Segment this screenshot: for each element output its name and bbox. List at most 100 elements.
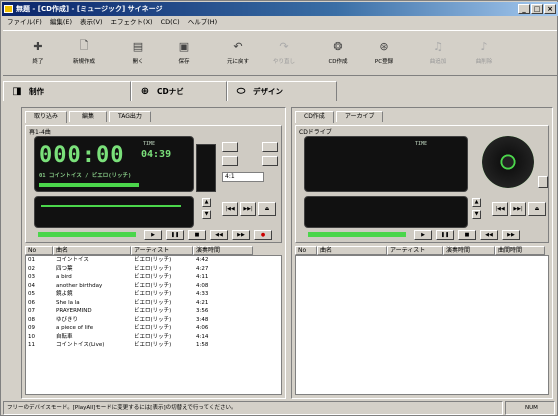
- toolbar-button-delete-track[interactable]: ♪ 曲削除: [461, 31, 507, 73]
- close-button[interactable]: ×: [544, 4, 556, 14]
- toolbar-button-exit[interactable]: ✚ 終了: [15, 31, 61, 73]
- column-header[interactable]: 演奏時間: [443, 246, 495, 255]
- column-header[interactable]: 演奏時間: [193, 246, 253, 255]
- table-cell: 3:56: [196, 308, 209, 314]
- table-cell: 4:42: [196, 257, 209, 263]
- table-cell: 自転車: [56, 333, 73, 340]
- tab-left-0[interactable]: 取り込み: [25, 111, 68, 123]
- prev-track-button[interactable]: |◀◀: [492, 202, 508, 216]
- stop-button[interactable]: ■: [458, 230, 476, 240]
- next-track-button[interactable]: ▶▶|: [240, 202, 256, 216]
- create-icon: ◨: [12, 86, 22, 97]
- menu-item-0[interactable]: ファイル(F): [7, 17, 42, 28]
- next-track-button[interactable]: ▶▶|: [510, 202, 526, 216]
- toolbar-button-cd-burn[interactable]: ❂ CD作成: [315, 31, 361, 73]
- ch-button[interactable]: [222, 156, 238, 166]
- table-cell: コイントイス(Live): [56, 342, 105, 348]
- tab-left-1[interactable]: 編集: [69, 111, 108, 122]
- column-header[interactable]: 曲名: [53, 246, 131, 255]
- rewind-button[interactable]: ◀◀: [480, 230, 498, 240]
- table-row[interactable]: 10 自転車 ビエロ(リッチ) 4:14: [26, 333, 281, 342]
- save-icon: ▣: [178, 39, 190, 53]
- table-cell: 鏡よ鏡: [56, 291, 73, 297]
- menu-item-1[interactable]: 編集(E): [50, 17, 72, 28]
- table-row[interactable]: 11 コイントイス(Live) ビエロ(リッチ) 1:58: [26, 341, 281, 350]
- disc-eject-button[interactable]: [538, 176, 548, 188]
- table-row[interactable]: 03 a bird ビエロ(リッチ) 4:11: [26, 273, 281, 282]
- rec-button[interactable]: [222, 142, 238, 152]
- down-button[interactable]: ▼: [472, 210, 481, 219]
- toolbar-button-save[interactable]: ▣ 保存: [161, 31, 207, 73]
- table-cell: 四つ葉: [56, 265, 73, 272]
- column-header[interactable]: アーティスト: [387, 246, 443, 255]
- toolbar-button-new-file[interactable]: 🗋 新規作成: [61, 31, 107, 73]
- table-row[interactable]: 01 コイントイス ビエロ(リッチ) 4:42: [26, 256, 281, 265]
- column-header[interactable]: アーティスト: [131, 246, 193, 255]
- up-button[interactable]: ▲: [202, 198, 211, 207]
- column-header[interactable]: No: [25, 246, 53, 255]
- eject-button[interactable]: ⏏: [258, 202, 276, 216]
- status-bar: フリーのデバイスモード。[PlayAll]モードに変更するには[表示]の切替えで…: [3, 401, 557, 415]
- column-header[interactable]: 曲名: [317, 246, 387, 255]
- rewind-button[interactable]: ◀◀: [210, 230, 228, 240]
- cd-track-list[interactable]: [295, 255, 549, 395]
- speed-select[interactable]: 4:1: [222, 172, 264, 182]
- table-row[interactable]: 07 PRAYERMIND ビエロ(リッチ) 3:56: [26, 307, 281, 316]
- up-button[interactable]: ▲: [472, 198, 481, 207]
- table-row[interactable]: 02 四つ葉 ビエロ(リッチ) 4:27: [26, 265, 281, 274]
- mode-tab-0[interactable]: ◨ 制作: [3, 81, 131, 101]
- toolbar-button-register[interactable]: ⊛ PC登録: [361, 31, 407, 73]
- volume-knob[interactable]: [196, 144, 216, 192]
- pause-button[interactable]: ❚❚: [436, 230, 454, 240]
- column-header[interactable]: 曲間時間: [495, 246, 545, 255]
- maximize-button[interactable]: □: [531, 4, 543, 14]
- record-button[interactable]: ●: [254, 230, 272, 240]
- table-cell: 3:48: [196, 316, 209, 323]
- forward-button[interactable]: ▶▶: [502, 230, 520, 240]
- add-track-icon: ♫: [433, 39, 443, 53]
- down-button[interactable]: ▼: [202, 210, 211, 219]
- table-cell: ビエロ(リッチ): [134, 257, 172, 263]
- play-button[interactable]: ▶: [414, 230, 432, 240]
- prev-track-button[interactable]: |◀◀: [222, 202, 238, 216]
- cd-create-panel: CD作成 アーカイブ CDドライブ TIME ▲ ▼ |◀◀ ▶▶| ⏏ ▶ ❚❚…: [291, 107, 553, 399]
- menu-item-4[interactable]: CD(C): [161, 17, 180, 28]
- mode-tab-label: CDナビ: [157, 87, 184, 96]
- tab-right-0[interactable]: CD作成: [295, 111, 334, 123]
- stop-button[interactable]: ■: [188, 230, 206, 240]
- column-header[interactable]: No: [295, 246, 317, 255]
- position-line: [41, 205, 181, 207]
- toolbar-button-open[interactable]: ▤ 開く: [115, 31, 161, 73]
- design-icon: ⬭: [236, 86, 246, 97]
- pause-button[interactable]: ❚❚: [166, 230, 184, 240]
- toolbar-label: やり直し: [272, 59, 295, 65]
- table-row[interactable]: 06 She la la ビエロ(リッチ) 4:21: [26, 299, 281, 308]
- table-cell: She la la: [56, 299, 80, 306]
- menu-item-2[interactable]: 表示(V): [80, 17, 103, 28]
- table-cell: ビエロ(リッチ): [134, 274, 172, 280]
- toolbar-button-undo[interactable]: ↶ 元に戻す: [215, 31, 261, 73]
- toolbar-button-redo[interactable]: ↷ やり直し: [261, 31, 307, 73]
- cd-list-header: No 曲名 アーティスト 演奏時間 曲間時間: [295, 246, 549, 255]
- tab-left-2[interactable]: TAG出力: [109, 111, 151, 122]
- eject-button[interactable]: ⏏: [528, 202, 546, 216]
- menu-item-3[interactable]: エフェクト(X): [111, 17, 153, 28]
- play-button[interactable]: ▶: [144, 230, 162, 240]
- table-cell: 4:11: [196, 274, 209, 280]
- toolbar-button-add-track[interactable]: ♫ 曲追加: [415, 31, 461, 73]
- menu-item-5[interactable]: ヘルプ(H): [188, 17, 217, 28]
- minimize-button[interactable]: _: [518, 4, 530, 14]
- forward-button[interactable]: ▶▶: [232, 230, 250, 240]
- mode-tab-1[interactable]: ⊕ CDナビ: [131, 81, 227, 101]
- info-button[interactable]: [262, 156, 278, 166]
- tab-right-1[interactable]: アーカイブ: [335, 111, 384, 122]
- table-row[interactable]: 05 鏡よ鏡 ビエロ(リッチ) 4:33: [26, 290, 281, 299]
- redo-icon: ↷: [279, 39, 289, 53]
- device-button[interactable]: [262, 142, 278, 152]
- table-row[interactable]: 09 a piece of life ビエロ(リッチ) 4:06: [26, 324, 281, 333]
- table-row[interactable]: 04 another birthday ビエロ(リッチ) 4:08: [26, 282, 281, 291]
- table-row[interactable]: 08 ゆびきり ビエロ(リッチ) 3:48: [26, 316, 281, 325]
- mode-tab-2[interactable]: ⬭ デザイン: [227, 81, 337, 101]
- toolbar-label: 終了: [32, 59, 44, 65]
- track-info: 01 コイントイス / ビエロ(リッチ): [39, 173, 132, 179]
